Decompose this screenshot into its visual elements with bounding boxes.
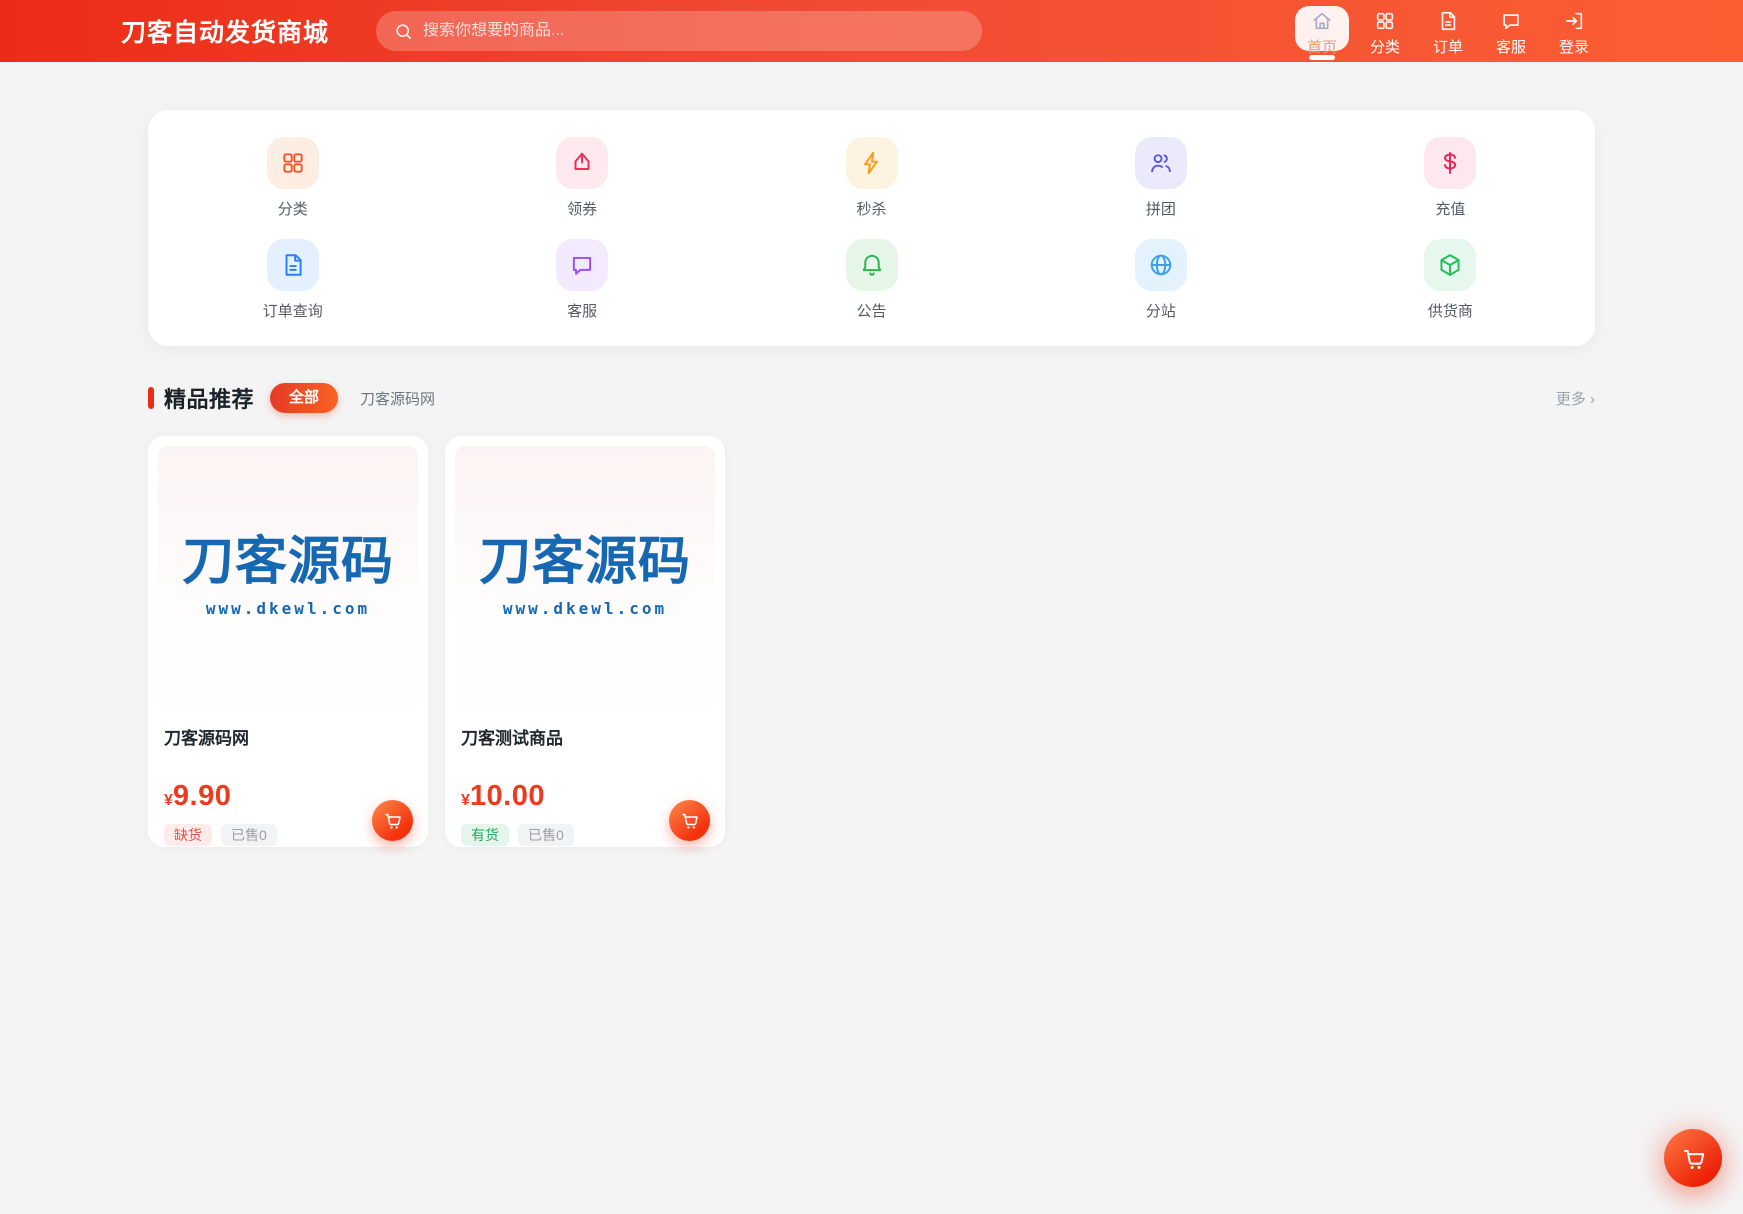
quick-link-tile [845, 239, 898, 291]
quick-link-tile [1134, 239, 1187, 291]
file-icon [280, 252, 306, 278]
package-icon [1437, 252, 1463, 278]
quick-link-tile [1424, 239, 1477, 291]
sold-badge: 已售0 [221, 824, 277, 846]
file-icon [1437, 10, 1459, 32]
quick-link-label: 供货商 [1427, 303, 1473, 320]
cart-icon [679, 810, 700, 831]
quick-link-dollar[interactable]: 充值 [1306, 137, 1595, 217]
stock-badge: 缺货 [164, 824, 212, 846]
quick-links-card: 分类 领券 秒杀 拼团 充值 订单查询 客服 公告 分站 供货商 [148, 110, 1595, 346]
quick-link-users[interactable]: 拼团 [1016, 137, 1305, 217]
product-image-brand-text: 刀客源码 [181, 532, 394, 592]
users-icon [1148, 150, 1174, 176]
nav-item-login[interactable]: 登录 [1545, 0, 1603, 62]
quick-links-row-1: 分类 领券 秒杀 拼团 充值 [148, 137, 1595, 217]
quick-link-label: 客服 [567, 303, 598, 320]
cart-icon [382, 810, 403, 831]
chat-icon [1500, 10, 1522, 32]
product-image-domain-text: www.dkewl.com [502, 599, 668, 618]
globe-icon [1148, 252, 1174, 278]
dollar-icon [1437, 150, 1463, 176]
grid-icon [280, 150, 306, 176]
featured-section-header: 精品推荐 全部 刀客源码网 更多 › [148, 383, 1595, 413]
product-image: 刀客源码 www.dkewl.com [158, 446, 418, 708]
quick-link-label: 公告 [856, 303, 887, 320]
grid-icon [1374, 10, 1396, 32]
nav-item-grid[interactable]: 分类 [1356, 0, 1414, 62]
nav-item-label: 分类 [1369, 39, 1400, 56]
sold-badge: 已售0 [518, 824, 574, 846]
product-title: 刀客源码网 [164, 729, 249, 748]
add-to-cart-button[interactable] [669, 800, 710, 841]
quick-link-tile [556, 137, 609, 189]
login-icon [1563, 10, 1585, 32]
quick-link-tile [266, 239, 319, 291]
chat-icon [569, 252, 595, 278]
product-grid: 刀客源码 www.dkewl.com 刀客源码网 ¥9.90 缺货 已售0 刀客 [148, 436, 1595, 847]
lightning-icon [859, 150, 885, 176]
nav-item-label: 订单 [1432, 39, 1463, 56]
coupon-icon [569, 150, 595, 176]
product-image-brand-text: 刀客源码 [478, 532, 691, 592]
quick-link-chat[interactable]: 客服 [437, 239, 726, 319]
bell-icon [859, 252, 885, 278]
product-title: 刀客测试商品 [461, 729, 563, 748]
product-card[interactable]: 刀客源码 www.dkewl.com 刀客测试商品 ¥10.00 有货 已售0 [445, 436, 725, 847]
product-image: 刀客源码 www.dkewl.com [455, 446, 715, 708]
quick-link-globe[interactable]: 分站 [1016, 239, 1305, 319]
price-value: 10.00 [469, 780, 545, 812]
site-logo: 刀客自动发货商城 [121, 19, 330, 47]
quick-link-bell[interactable]: 公告 [727, 239, 1016, 319]
quick-link-tile [266, 137, 319, 189]
tab-dkewl[interactable]: 刀客源码网 [360, 388, 435, 409]
price-value: 9.90 [172, 780, 232, 812]
quick-link-label: 分类 [277, 201, 308, 218]
nav-item-file[interactable]: 订单 [1419, 0, 1477, 62]
tab-all[interactable]: 全部 [270, 383, 339, 413]
search-icon [394, 22, 413, 41]
quick-link-label: 领券 [567, 201, 598, 218]
add-to-cart-button[interactable] [372, 800, 413, 841]
quick-link-tile [1134, 137, 1187, 189]
nav-item-label: 首页 [1306, 39, 1337, 56]
floating-cart-button[interactable] [1664, 1129, 1722, 1187]
quick-link-label: 充值 [1435, 201, 1466, 218]
more-link[interactable]: 更多 › [1556, 388, 1595, 409]
quick-link-grid[interactable]: 分类 [148, 137, 437, 217]
section-title: 精品推荐 [164, 387, 255, 412]
cart-icon [1680, 1145, 1707, 1172]
quick-link-label: 分站 [1145, 303, 1176, 320]
currency-symbol: ¥ [164, 792, 173, 809]
product-card[interactable]: 刀客源码 www.dkewl.com 刀客源码网 ¥9.90 缺货 已售0 [148, 436, 428, 847]
quick-link-tile [845, 137, 898, 189]
section-accent-bar [148, 387, 154, 409]
quick-link-label: 拼团 [1145, 201, 1176, 218]
nav-item-home[interactable]: 首页 [1293, 0, 1351, 62]
nav-item-label: 客服 [1495, 39, 1526, 56]
stock-badge: 有货 [461, 824, 509, 846]
nav-item-chat[interactable]: 客服 [1482, 0, 1540, 62]
search-input[interactable] [423, 22, 965, 40]
quick-link-label: 秒杀 [856, 201, 887, 218]
main-nav: 首页 分类 订单 客服 登录 [1293, 0, 1603, 62]
top-header: 刀客自动发货商城 首页 分类 订单 客服 [0, 0, 1743, 62]
nav-item-label: 登录 [1558, 39, 1589, 56]
quick-links-row-2: 订单查询 客服 公告 分站 供货商 [148, 239, 1595, 319]
home-icon [1311, 10, 1333, 32]
search-bar[interactable] [376, 11, 983, 51]
product-image-domain-text: www.dkewl.com [205, 599, 371, 618]
quick-link-tile [556, 239, 609, 291]
quick-link-file[interactable]: 订单查询 [148, 239, 437, 319]
quick-link-coupon[interactable]: 领券 [437, 137, 726, 217]
quick-link-lightning[interactable]: 秒杀 [727, 137, 1016, 217]
quick-link-tile [1424, 137, 1477, 189]
currency-symbol: ¥ [461, 792, 470, 809]
quick-link-label: 订单查询 [262, 303, 323, 320]
quick-link-package[interactable]: 供货商 [1306, 239, 1595, 319]
